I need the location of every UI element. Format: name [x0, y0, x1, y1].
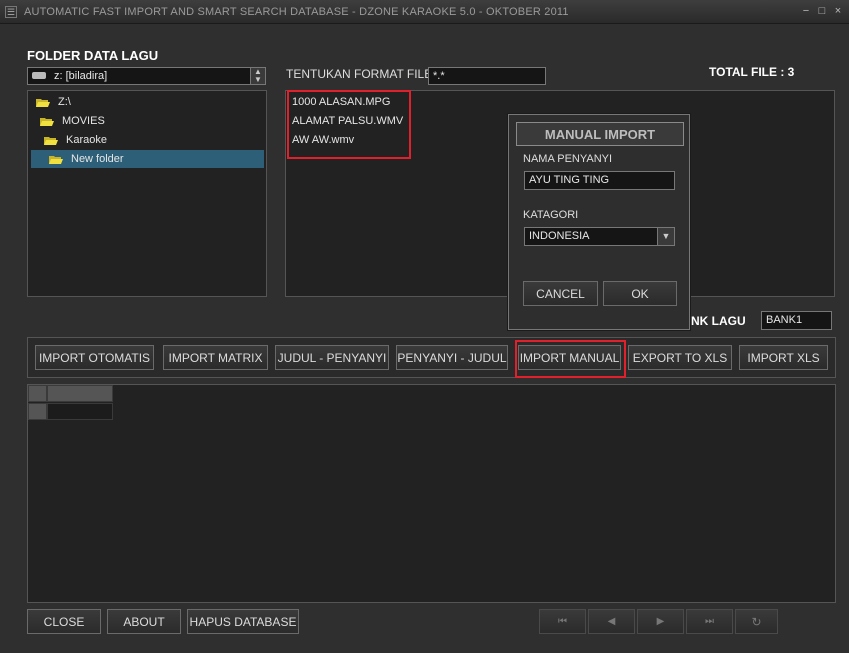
tree-item-label: Karaoke: [66, 134, 107, 146]
category-label: KATAGORI: [523, 209, 579, 221]
judul-penyanyi-button[interactable]: JUDUL - PENYANYI: [275, 345, 389, 370]
highlight-import-manual: [515, 340, 626, 378]
hapus-database-button[interactable]: HAPUS DATABASE: [187, 609, 299, 634]
drive-spinner-icon[interactable]: ▲ ▼: [250, 68, 265, 84]
folder-heading: FOLDER DATA LAGU: [27, 48, 159, 63]
folder-open-icon: [44, 135, 58, 145]
highlight-files: [287, 90, 411, 159]
tree-item-movies[interactable]: MOVIES: [40, 112, 264, 130]
next-record-icon[interactable]: ▶: [637, 609, 684, 634]
drive-value: z: [biladira]: [54, 70, 108, 82]
grid-cell[interactable]: [47, 403, 113, 420]
import-xls-button[interactable]: IMPORT XLS: [739, 345, 828, 370]
folder-open-icon: [36, 97, 50, 107]
bank-input[interactable]: BANK1: [761, 311, 832, 330]
tree-item-z[interactable]: Z:\: [36, 93, 264, 111]
bank-label: NK LAGU: [691, 314, 746, 328]
tree-item-new-folder[interactable]: New folder: [31, 150, 264, 168]
tree-item-karaoke[interactable]: Karaoke: [44, 131, 264, 149]
ok-button[interactable]: OK: [603, 281, 677, 306]
tree-item-label: Z:\: [58, 96, 71, 108]
format-input[interactable]: *.*: [428, 67, 546, 85]
tree-item-label: New folder: [71, 153, 124, 165]
first-record-icon[interactable]: ⏮: [539, 609, 586, 634]
data-grid[interactable]: [27, 384, 836, 603]
singer-input[interactable]: AYU TING TING: [524, 171, 675, 190]
tree-item-label: MOVIES: [62, 115, 105, 127]
last-record-icon[interactable]: ⏭: [686, 609, 733, 634]
category-select[interactable]: INDONESIA: [524, 227, 675, 246]
minimize-icon[interactable]: −: [799, 4, 813, 18]
dialog-title: MANUAL IMPORT: [516, 122, 684, 146]
window-title: AUTOMATIC FAST IMPORT AND SMART SEARCH D…: [24, 6, 569, 18]
close-window-icon[interactable]: ×: [831, 4, 845, 18]
about-button[interactable]: ABOUT: [107, 609, 181, 634]
cancel-button[interactable]: CANCEL: [523, 281, 598, 306]
close-button[interactable]: CLOSE: [27, 609, 101, 634]
grid-column-header[interactable]: [47, 385, 113, 402]
previous-record-icon[interactable]: ◀: [588, 609, 635, 634]
restore-icon[interactable]: □: [815, 4, 829, 18]
folder-tree[interactable]: Z:\ MOVIES Karaoke New folder: [27, 90, 267, 297]
total-file: TOTAL FILE : 3: [709, 65, 795, 79]
folder-open-icon: [49, 154, 63, 164]
import-matrix-button[interactable]: IMPORT MATRIX: [163, 345, 268, 370]
grid-row-header[interactable]: [28, 403, 47, 420]
category-value: INDONESIA: [529, 230, 590, 242]
manual-import-dialog: MANUAL IMPORT NAMA PENYANYI AYU TING TIN…: [508, 114, 690, 330]
import-otomatis-button[interactable]: IMPORT OTOMATIS: [35, 345, 154, 370]
drive-icon: [32, 72, 46, 79]
refresh-icon[interactable]: ↻: [735, 609, 778, 634]
export-xls-button[interactable]: EXPORT TO XLS: [628, 345, 732, 370]
drive-select[interactable]: z: [biladira]: [27, 67, 266, 85]
penyanyi-judul-button[interactable]: PENYANYI - JUDUL: [396, 345, 508, 370]
system-menu-icon[interactable]: ☰: [5, 6, 17, 18]
format-label: TENTUKAN FORMAT FILE: [286, 67, 433, 81]
grid-corner-cell[interactable]: [28, 385, 47, 402]
singer-label: NAMA PENYANYI: [523, 153, 613, 165]
chevron-down-icon[interactable]: ▼: [657, 228, 674, 245]
folder-open-icon: [40, 116, 54, 126]
